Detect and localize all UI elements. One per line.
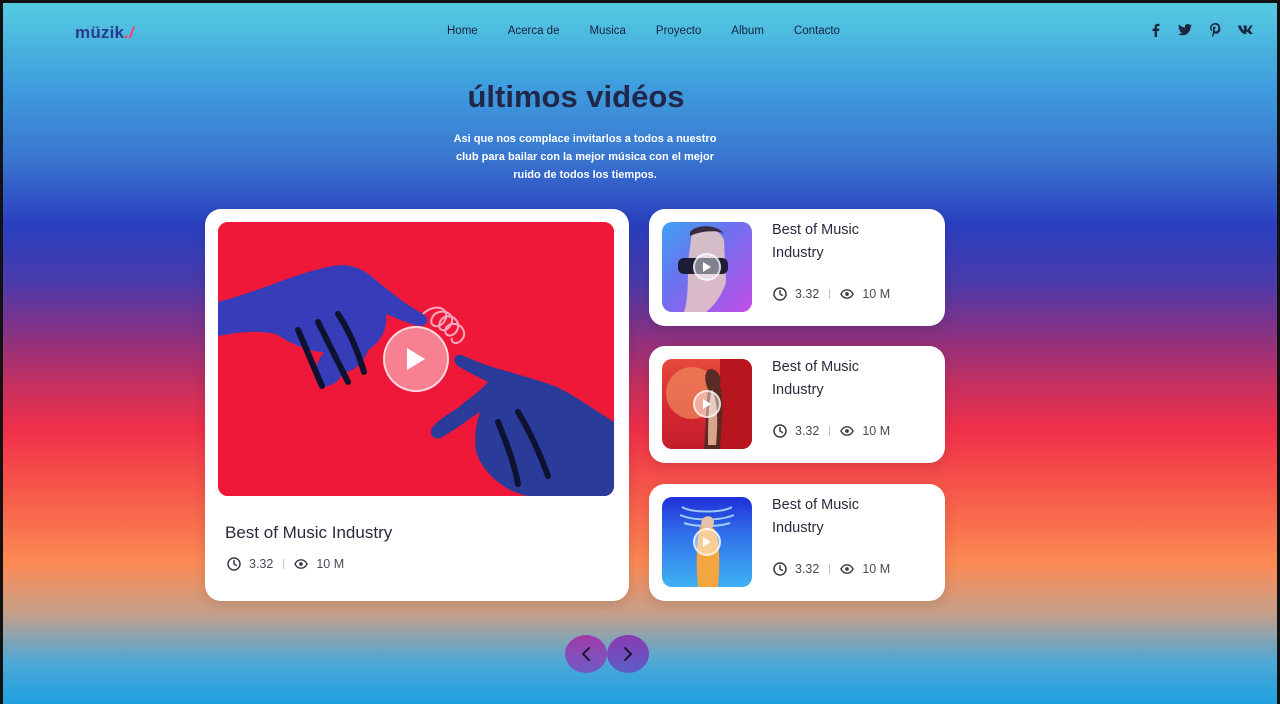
featured-video-meta: 3.32 10 M — [227, 557, 344, 571]
video-thumbnail[interactable] — [662, 359, 752, 449]
play-icon — [703, 399, 711, 409]
chevron-right-icon — [624, 647, 632, 661]
nav-album[interactable]: Album — [731, 25, 764, 37]
vk-icon[interactable] — [1237, 22, 1253, 38]
featured-video-thumbnail[interactable] — [218, 222, 614, 496]
twitter-icon[interactable] — [1177, 22, 1193, 38]
logo-text: müzik — [75, 23, 125, 42]
featured-video-title[interactable]: Best of Music Industry — [225, 523, 392, 543]
meta-divider — [283, 559, 285, 569]
main-nav: Home Acerca de Musica Proyecto Album Con… — [431, 25, 840, 37]
featured-video-card[interactable]: Best of Music Industry 3.32 10 M — [205, 209, 629, 601]
brand-logo[interactable]: müzik./ — [75, 23, 134, 43]
video-meta: 3.32 10 M — [773, 424, 890, 438]
meta-divider — [829, 289, 831, 299]
section-subtitle: Asi que nos complace invitarlos a todos … — [453, 133, 717, 181]
eye-icon — [840, 562, 855, 576]
video-card[interactable]: Best of Music Industry 3.32 10 M — [649, 346, 945, 463]
meta-divider — [829, 426, 831, 436]
duration-text: 3.32 — [795, 287, 820, 301]
clock-icon — [773, 562, 787, 576]
featured-play-button[interactable] — [383, 326, 449, 392]
nav-musica[interactable]: Musica — [589, 25, 625, 37]
meta-divider — [829, 564, 831, 574]
play-icon — [703, 537, 711, 547]
video-meta: 3.32 10 M — [773, 287, 890, 301]
carousel-next-button[interactable] — [607, 635, 649, 673]
pinterest-icon[interactable] — [1207, 22, 1223, 38]
logo-mark: ./ — [124, 23, 135, 42]
nav-home[interactable]: Home — [447, 25, 478, 37]
play-button[interactable] — [693, 390, 721, 418]
duration-text: 3.32 — [249, 557, 274, 571]
eye-icon — [294, 557, 309, 571]
clock-icon — [773, 287, 787, 301]
views-text: 10 M — [862, 562, 891, 576]
play-icon — [407, 348, 425, 370]
video-thumbnail[interactable] — [662, 497, 752, 587]
video-meta: 3.32 10 M — [773, 562, 890, 576]
duration-text: 3.32 — [795, 424, 820, 438]
play-button[interactable] — [693, 528, 721, 556]
nav-contacto[interactable]: Contacto — [794, 25, 840, 37]
page-title: últimos vidéos — [467, 79, 685, 114]
nav-acerca-de[interactable]: Acerca de — [508, 25, 560, 37]
video-title[interactable]: Best of Music Industry — [772, 356, 912, 402]
social-links — [1147, 22, 1253, 38]
clock-icon — [227, 557, 241, 571]
eye-icon — [840, 424, 855, 438]
video-title[interactable]: Best of Music Industry — [772, 494, 912, 540]
chevron-left-icon — [582, 647, 590, 661]
video-card[interactable]: Best of Music Industry 3.32 10 M — [649, 209, 945, 326]
views-text: 10 M — [862, 287, 891, 301]
facebook-icon[interactable] — [1147, 22, 1163, 38]
clock-icon — [773, 424, 787, 438]
eye-icon — [840, 287, 855, 301]
carousel-prev-button[interactable] — [565, 635, 607, 673]
views-text: 10 M — [862, 424, 891, 438]
video-title[interactable]: Best of Music Industry — [772, 219, 912, 265]
nav-proyecto[interactable]: Proyecto — [656, 25, 701, 37]
views-text: 10 M — [316, 557, 345, 571]
video-thumbnail[interactable] — [662, 222, 752, 312]
play-icon — [703, 262, 711, 272]
duration-text: 3.32 — [795, 562, 820, 576]
play-button[interactable] — [693, 253, 721, 281]
video-card[interactable]: Best of Music Industry 3.32 10 M — [649, 484, 945, 601]
